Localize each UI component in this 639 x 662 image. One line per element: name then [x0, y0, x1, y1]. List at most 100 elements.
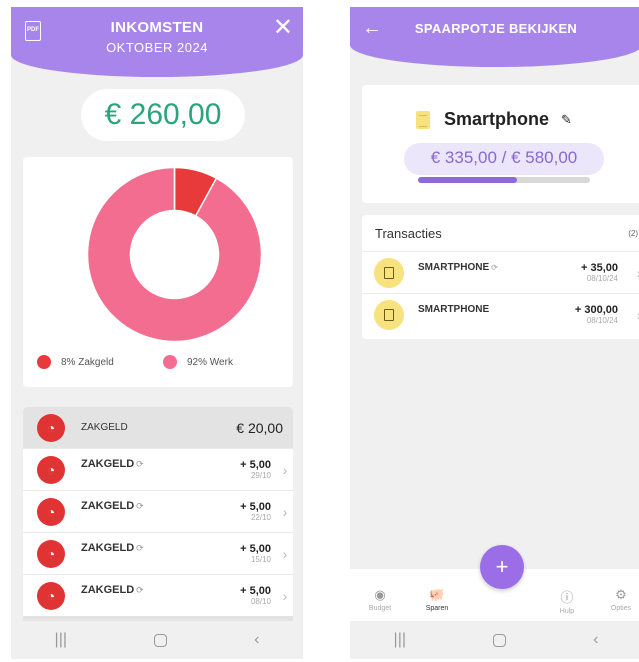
recent-apps-icon[interactable]: ||| — [394, 631, 406, 649]
transaction-amount: + 5,00 — [240, 543, 271, 555]
transaction-row[interactable]: SMARTPHONE + 300,00 08/10/24 › — [362, 293, 639, 335]
savings-goal-card: Smartphone ✎ € 335,00 / € 580,00 — [362, 85, 639, 203]
income-chart-card: 8% Zakgeld 92% Werk — [23, 157, 293, 387]
transaction-name: SMARTPHONE — [418, 304, 490, 315]
income-total: € 260,00 — [81, 89, 245, 141]
transaction-date: 08/10 — [250, 597, 271, 606]
goal-progress-text: € 335,00 / € 580,00 — [404, 143, 604, 175]
transaction-row[interactable]: ◔ ZAKGELD ⟳ + 5,00 08/10 › — [23, 574, 293, 616]
savings-screen: ← SPAARPOTJE BEKIJKEN Smartphone ✎ € 335… — [350, 7, 639, 659]
transaction-amount: + 300,00 — [574, 304, 618, 316]
page-title: INKOMSTEN — [110, 19, 204, 36]
transaction-row[interactable]: SMARTPHONE⟳ + 35,00 08/10/24 › — [362, 251, 639, 293]
transactions-card: Transacties (2) SMARTPHONE ⟳ + 35,00 08/1… — [362, 215, 639, 339]
tab-opties[interactable]: ⚙ Opties — [596, 587, 639, 612]
savings-header: ← SPAARPOTJE BEKIJKEN — [350, 7, 639, 67]
legend-item-werk: 92% Werk — [163, 355, 233, 369]
transaction-name: ZAKGELD ⟳ — [81, 542, 144, 554]
transaction-amounts: + 5,00 22/10 — [240, 501, 271, 522]
back-nav-icon[interactable]: ‹ — [254, 631, 259, 649]
pie-chart-icon: ◔ — [37, 455, 65, 484]
pie-chart-icon: ◔ — [37, 497, 65, 526]
help-icon: ⓘ — [560, 590, 574, 605]
tab-budget[interactable]: ◉ Budget — [355, 587, 405, 612]
category-group-zakgeld[interactable]: ◔ ZAKGELD € 20,00 — [23, 407, 293, 448]
transaction-amounts: + 5,00 15/10 — [240, 543, 271, 564]
gear-icon: ⚙ — [615, 587, 627, 602]
transaction-amount: + 5,00 — [240, 501, 271, 513]
legend-label: 92% Werk — [187, 356, 233, 368]
transactions-title: Transacties — [375, 225, 442, 241]
smartphone-icon — [416, 110, 430, 129]
recurring-icon: ⟳ — [136, 543, 144, 553]
transaction-date: 08/10/24 — [586, 274, 618, 283]
android-nav-bar: ||| ‹ — [11, 621, 303, 659]
chevron-right-icon: › — [624, 265, 639, 281]
legend-dot-werk — [163, 355, 177, 369]
pie-chart-icon: ◔ — [37, 581, 65, 610]
pie-chart-icon: ◔ — [37, 413, 65, 442]
goal-progress-fill — [418, 177, 518, 183]
pie-chart-icon: ◔ — [37, 539, 65, 568]
tab-sparen[interactable]: 🐖 Sparen — [412, 587, 462, 612]
transaction-amount: + 5,00 — [240, 459, 271, 471]
transaction-amount: + 35,00 — [580, 262, 618, 274]
recent-apps-icon[interactable]: ||| — [55, 631, 67, 649]
goal-name: Smartphone — [444, 109, 550, 129]
transaction-row[interactable]: ◔ ZAKGELD ⟳ + 5,00 22/10 › — [23, 490, 293, 532]
recurring-icon: ⟳ — [136, 459, 144, 469]
goal-title-row: Smartphone ✎ — [416, 109, 572, 130]
transaction-date: 15/10 — [250, 555, 271, 564]
transactions-header: Transacties (2) — [362, 215, 639, 251]
transaction-name: ZAKGELD ⟳ — [81, 500, 144, 512]
legend-dot-zakgeld — [37, 355, 51, 369]
smartphone-icon — [374, 257, 404, 288]
transaction-name: ZAKGELD ⟳ — [81, 584, 144, 596]
chevron-right-icon: › — [624, 307, 639, 323]
transaction-name: SMARTPHONE ⟳ — [418, 262, 498, 273]
transaction-date: 08/10/24 — [586, 316, 618, 325]
income-header: PDF INKOMSTEN OKTOBER 2024 ✕ — [11, 7, 303, 77]
transaction-row[interactable]: ◔ ZAKGELD ⟳ + 5,00 15/10 › — [23, 532, 293, 574]
income-list: ◔ ZAKGELD € 20,00 ◔ ZAKGELD ⟳ + 5,00 29/1… — [23, 407, 293, 637]
recurring-icon: ⟳ — [136, 501, 144, 511]
transaction-name: ZAKGELD ⟳ — [81, 458, 144, 470]
home-icon[interactable] — [154, 633, 168, 647]
tab-hulp[interactable]: ⓘ Hulp — [542, 587, 592, 615]
smartphone-icon — [374, 299, 404, 330]
page-title: SPAARPOTJE BEKIJKEN — [414, 21, 578, 36]
group-amount: € 20,00 — [236, 419, 283, 436]
legend-label: 8% Zakgeld — [61, 356, 114, 368]
tab-label: Budget — [368, 605, 392, 612]
transaction-amounts: + 5,00 08/10 — [240, 585, 271, 606]
chevron-right-icon: › — [282, 461, 288, 478]
add-button[interactable]: + — [480, 545, 524, 589]
tab-label: Opties — [610, 605, 632, 612]
legend-item-zakgeld: 8% Zakgeld — [37, 355, 114, 369]
chevron-right-icon: › — [282, 587, 288, 604]
transaction-amount: + 5,00 — [240, 585, 271, 597]
transaction-row[interactable]: ◔ ZAKGELD ⟳ + 5,00 29/10 › — [23, 448, 293, 490]
donut-slice-werk — [87, 167, 262, 342]
income-donut-chart — [87, 167, 262, 342]
transaction-date: 29/10 — [250, 471, 271, 480]
transactions-count: (2) — [628, 228, 638, 238]
group-label: ZAKGELD — [81, 422, 128, 433]
pencil-icon[interactable]: ✎ — [561, 112, 572, 128]
page-subtitle: OKTOBER 2024 — [106, 40, 208, 55]
eye-icon: ◉ — [374, 587, 386, 602]
home-icon[interactable] — [493, 633, 507, 647]
goal-progress-bar — [418, 177, 590, 183]
transaction-amounts: + 35,00 08/10/24 — [581, 262, 618, 283]
recurring-icon: ⟳ — [491, 263, 498, 272]
transaction-date: 22/10 — [250, 513, 271, 522]
back-nav-icon[interactable]: ‹ — [593, 631, 598, 649]
transaction-amounts: + 300,00 08/10/24 — [575, 304, 618, 325]
close-icon[interactable]: ✕ — [273, 16, 293, 40]
recurring-icon: ⟳ — [136, 585, 144, 595]
piggy-bank-icon: 🐖 — [428, 587, 446, 602]
android-nav-bar: ||| ‹ — [350, 621, 639, 659]
tab-label: Sparen — [425, 605, 449, 612]
income-screen: PDF INKOMSTEN OKTOBER 2024 ✕ € 260,00 8%… — [11, 7, 303, 659]
chevron-right-icon: › — [282, 503, 288, 520]
